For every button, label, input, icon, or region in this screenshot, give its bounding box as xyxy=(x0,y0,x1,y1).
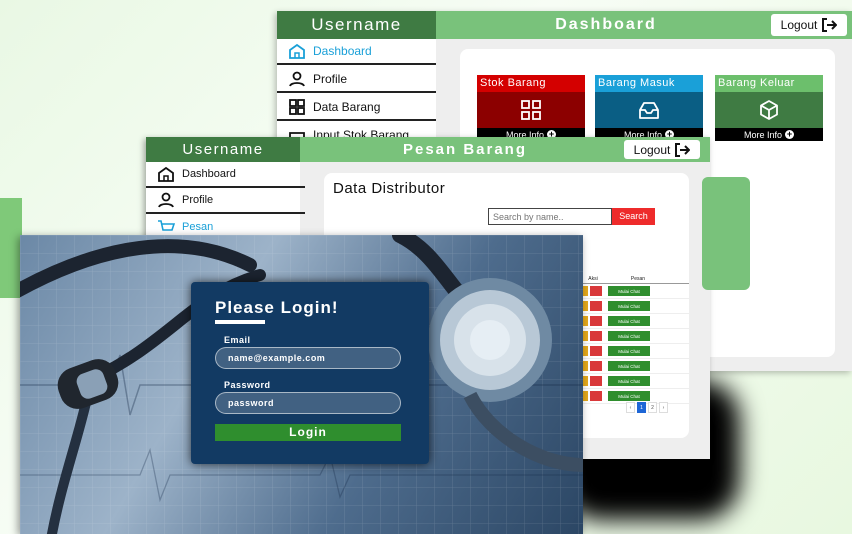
card-body xyxy=(715,92,823,128)
chat-button[interactable]: Mulai Chat xyxy=(608,301,650,311)
card-title: Stok Barang xyxy=(477,75,585,92)
background-green-panel xyxy=(702,177,750,290)
column-header-pesan: Pesan xyxy=(630,275,646,282)
sidebar-item-label: Profile xyxy=(182,194,214,206)
table-row: Mulai Chat xyxy=(578,359,689,374)
table-header: Aksi Pesan xyxy=(578,274,689,284)
title-underline xyxy=(215,320,265,324)
dashboard-page-title: Dashboard xyxy=(555,16,657,33)
background-green-strip xyxy=(0,198,22,298)
card-title: Barang Masuk xyxy=(595,75,703,92)
chat-button[interactable]: Mulai Chat xyxy=(608,316,650,326)
email-label: Email xyxy=(224,335,251,345)
delete-action-button[interactable] xyxy=(590,346,602,356)
logout-label: Logout xyxy=(633,142,671,157)
password-field[interactable] xyxy=(215,392,401,414)
email-field[interactable] xyxy=(215,347,401,369)
pesan-page-title: Pesan Barang xyxy=(402,141,528,158)
delete-action-button[interactable] xyxy=(590,301,602,311)
search-button[interactable]: Search xyxy=(612,208,655,225)
sidebar-item-profile[interactable]: Profile xyxy=(146,188,305,214)
chat-button[interactable]: Mulai Chat xyxy=(608,391,650,401)
table-row: Mulai Chat xyxy=(578,374,689,389)
sidebar-item-label: Pesan xyxy=(182,221,214,233)
sidebar-item-label: Profile xyxy=(313,72,348,86)
logout-icon xyxy=(675,142,691,157)
home-icon xyxy=(289,43,305,59)
chat-button[interactable]: Mulai Chat xyxy=(608,376,650,386)
login-title: Please Login! xyxy=(215,298,339,317)
delete-action-button[interactable] xyxy=(590,361,602,371)
card-title: Barang Keluar xyxy=(715,75,823,92)
login-card: Please Login! Email Password Login xyxy=(191,282,429,464)
sidebar-item-data-barang[interactable]: Data Barang xyxy=(277,95,436,121)
table-row: Mulai Chat xyxy=(578,314,689,329)
table-row: Mulai Chat xyxy=(578,299,689,314)
logout-label: Logout xyxy=(780,18,818,32)
password-label: Password xyxy=(224,380,271,390)
delete-action-button[interactable] xyxy=(590,331,602,341)
data-distributor-title: Data Distributor xyxy=(333,180,446,197)
login-window: Please Login! Email Password Login xyxy=(20,235,583,534)
page-prev[interactable]: ‹ xyxy=(626,402,635,413)
cart-icon xyxy=(158,220,175,231)
chat-button[interactable]: Mulai Chat xyxy=(608,331,650,341)
card-stok-barang[interactable]: Stok Barang More Info + xyxy=(477,75,585,141)
chat-button[interactable]: Mulai Chat xyxy=(608,361,650,371)
plus-circle-icon: + xyxy=(785,129,795,139)
grid-icon xyxy=(289,99,305,115)
user-icon xyxy=(158,192,174,208)
page-2[interactable]: 2 xyxy=(648,402,657,413)
login-button[interactable]: Login xyxy=(215,424,401,441)
table-row: Mulai Chat xyxy=(578,344,689,359)
table-row: Mulai Chat xyxy=(578,329,689,344)
user-icon xyxy=(289,71,305,87)
delete-action-button[interactable] xyxy=(590,391,602,401)
home-icon xyxy=(158,166,174,182)
page-next[interactable]: › xyxy=(659,402,668,413)
card-barang-masuk[interactable]: Barang Masuk More Info + xyxy=(595,75,703,141)
sidebar-item-dashboard[interactable]: Dashboard xyxy=(146,162,305,188)
sidebar-item-profile[interactable]: Profile xyxy=(277,67,436,93)
dashboard-username: Username xyxy=(277,11,436,39)
table-row: Mulai Chat xyxy=(578,284,689,299)
table-body: Mulai Chat Mulai Chat Mulai Chat Mulai Chat… xyxy=(578,284,689,404)
grid-icon xyxy=(521,100,541,120)
pagination: ‹ 1 2 › xyxy=(626,402,668,413)
delete-action-button[interactable] xyxy=(590,376,602,386)
page-1[interactable]: 1 xyxy=(637,402,646,413)
card-body xyxy=(595,92,703,128)
sidebar-item-label: Data Barang xyxy=(313,100,381,114)
card-more-info[interactable]: More Info + xyxy=(715,128,823,141)
card-body xyxy=(477,92,585,128)
pesan-username: Username xyxy=(146,137,300,162)
pesan-logout-button[interactable]: Logout xyxy=(624,140,700,159)
box-icon xyxy=(760,100,778,120)
distributor-table: Aksi Pesan Mulai Chat Mulai Chat Mulai Cha… xyxy=(578,274,689,404)
chat-button[interactable]: Mulai Chat xyxy=(608,346,650,356)
sidebar-item-label: Dashboard xyxy=(182,168,236,180)
logout-icon xyxy=(822,18,838,32)
more-info-label: More Info xyxy=(743,129,783,140)
card-barang-keluar[interactable]: Barang Keluar More Info + xyxy=(715,75,823,141)
search-input[interactable] xyxy=(488,208,612,225)
chat-button[interactable]: Mulai Chat xyxy=(608,286,650,296)
dashboard-logout-button[interactable]: Logout xyxy=(771,14,847,36)
delete-action-button[interactable] xyxy=(590,316,602,326)
delete-action-button[interactable] xyxy=(590,286,602,296)
inbox-icon xyxy=(639,102,659,119)
sidebar-item-label: Dashboard xyxy=(313,44,372,58)
sidebar-item-dashboard[interactable]: Dashboard xyxy=(277,39,436,65)
